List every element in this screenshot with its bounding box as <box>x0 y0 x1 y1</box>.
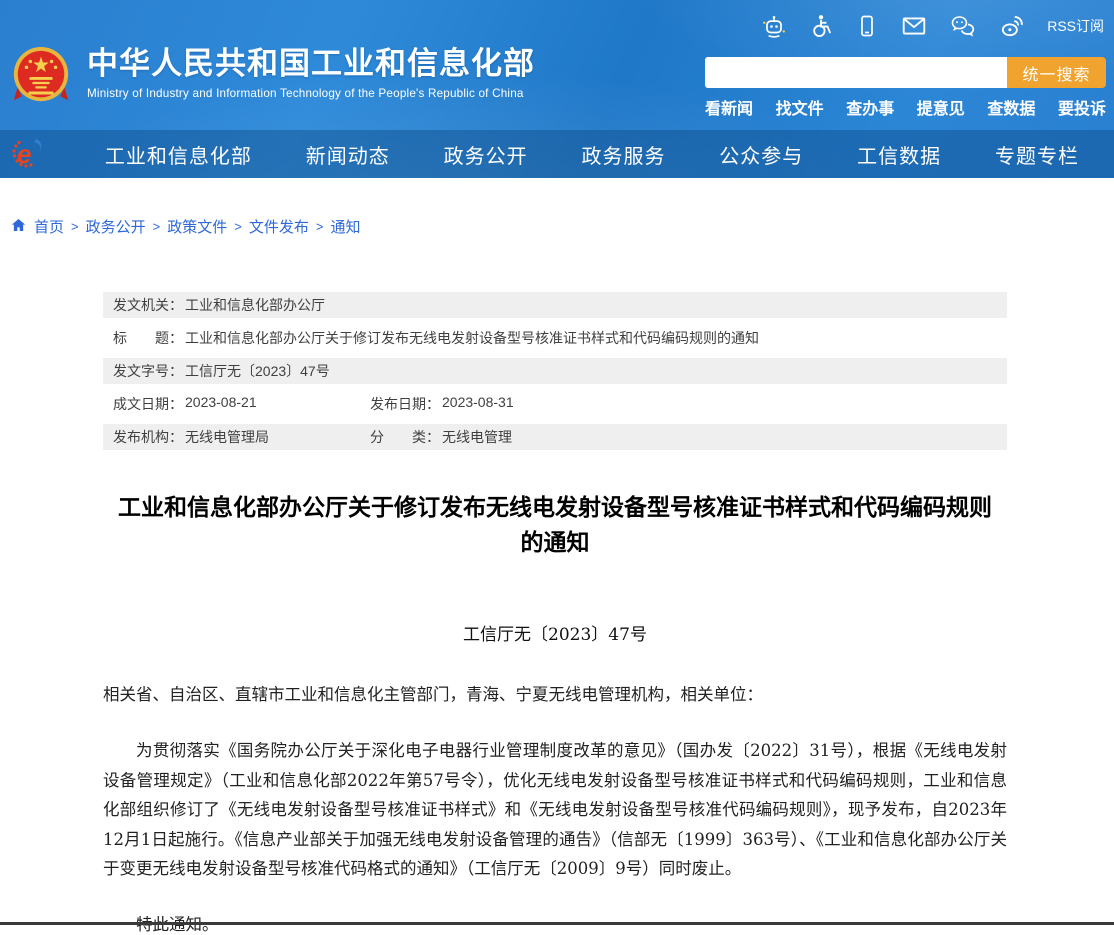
nav-list: 工业和信息化部 新闻动态 政务公开 政务服务 公众参与 工信数据 专题专栏 <box>78 140 1106 169</box>
nav-item-news[interactable]: 新闻动态 <box>306 140 390 169</box>
meta-row-doc-number: 发文字号： 工信厅无〔2023〕47号 <box>103 358 1007 384</box>
window-bottom-edge <box>0 922 1114 925</box>
meta-row-title: 标 题： 工业和信息化部办公厅关于修订发布无线电发射设备型号核准证书样式和代码编… <box>103 325 1007 351</box>
search-input[interactable] <box>705 57 1007 88</box>
nav-item-gov-services[interactable]: 政务服务 <box>581 140 665 169</box>
breadcrumb-separator: > <box>234 219 242 234</box>
quick-link-news[interactable]: 看新闻 <box>705 95 753 119</box>
utility-bar: RSS订阅 <box>761 13 1104 39</box>
meta-label: 标 题： <box>113 330 183 346</box>
quick-links: 看新闻 找文件 查办事 提意见 查数据 要投诉 <box>705 95 1106 119</box>
meta-cell: 发文机关： 工业和信息化部办公厅 <box>113 295 325 315</box>
site-brand: 中华人民共和国工业和信息化部 Ministry of Industry and … <box>10 44 535 115</box>
site-title-en: Ministry of Industry and Information Tec… <box>87 87 524 100</box>
site-title-cn: 中华人民共和国工业和信息化部 <box>87 46 535 81</box>
meta-value: 工信厅无〔2023〕47号 <box>185 363 330 379</box>
site-title-block: 中华人民共和国工业和信息化部 Ministry of Industry and … <box>87 44 535 100</box>
meta-value: 无线电管理局 <box>185 429 269 445</box>
ai-assistant-icon[interactable] <box>761 13 787 39</box>
breadcrumb-notice[interactable]: 通知 <box>330 216 360 237</box>
quick-link-data[interactable]: 查数据 <box>987 95 1035 119</box>
article-title: 工业和信息化部办公厅关于修订发布无线电发射设备型号核准证书样式和代码编码规则的通… <box>118 494 992 555</box>
meta-cell: 分 类： 无线电管理 <box>370 427 512 447</box>
meta-value: 工业和信息化部办公厅 <box>185 297 325 313</box>
meta-row-publisher: 发布机构： 无线电管理局 分 类： 无线电管理 <box>103 424 1007 450</box>
gov-e-logo-icon: e <box>10 134 48 174</box>
mobile-icon[interactable] <box>855 13 879 39</box>
mail-icon[interactable] <box>900 13 928 39</box>
breadcrumb-home[interactable]: 首页 <box>34 216 64 237</box>
article-salutation: 相关省、自治区、直辖市工业和信息化主管部门，青海、宁夏无线电管理机构，相关单位： <box>103 685 763 704</box>
breadcrumb: 首页 > 政务公开 > 政策文件 > 文件发布 > 通知 <box>10 216 360 237</box>
meta-label: 发文机关： <box>113 297 183 313</box>
quick-link-complaint[interactable]: 要投诉 <box>1058 95 1106 119</box>
quick-link-feedback[interactable]: 提意见 <box>917 95 965 119</box>
nav-item-special-topics[interactable]: 专题专栏 <box>995 140 1079 169</box>
svg-text:e: e <box>17 139 31 169</box>
meta-label: 成文日期： <box>113 396 183 412</box>
meta-label: 发布日期： <box>370 396 440 412</box>
site-header: RSS订阅 中华人民共和国工业和信息化部 Ministry of Industr… <box>0 0 1114 178</box>
search-button[interactable]: 统一搜索 <box>1007 57 1106 88</box>
nav-item-miit-data[interactable]: 工信数据 <box>857 140 941 169</box>
nav-item-participation[interactable]: 公众参与 <box>719 140 803 169</box>
wechat-icon[interactable] <box>949 13 977 39</box>
meta-cell: 发文字号： 工信厅无〔2023〕47号 <box>113 361 330 381</box>
meta-value: 无线电管理 <box>442 429 512 445</box>
nav-item-gov-open[interactable]: 政务公开 <box>444 140 528 169</box>
article-doc-number: 工信厅无〔2023〕47号 <box>463 625 647 645</box>
meta-label: 发文字号： <box>113 363 183 379</box>
quick-link-files[interactable]: 找文件 <box>776 95 824 119</box>
meta-value: 2023-08-21 <box>185 394 257 410</box>
accessibility-icon[interactable] <box>808 13 834 39</box>
breadcrumb-gov-open[interactable]: 政务公开 <box>86 216 146 237</box>
meta-cell: 标 题： 工业和信息化部办公厅关于修订发布无线电发射设备型号核准证书样式和代码编… <box>113 328 759 348</box>
meta-cell: 发布机构： 无线电管理局 <box>113 427 370 447</box>
main-nav: e 工业和信息化部 新闻动态 政务公开 政务服务 公众参与 工信数据 专题专栏 <box>0 130 1114 178</box>
breadcrumb-separator: > <box>315 219 324 234</box>
rss-subscribe-link[interactable]: RSS订阅 <box>1047 16 1104 36</box>
search-bar: 统一搜索 <box>705 57 1106 88</box>
breadcrumb-file-release[interactable]: 文件发布 <box>249 216 309 237</box>
meta-row-dates: 成文日期： 2023-08-21 发布日期： 2023-08-31 <box>103 391 1007 417</box>
document-area: 发文机关： 工业和信息化部办公厅 标 题： 工业和信息化部办公厅关于修订发布无线… <box>103 292 1007 935</box>
meta-cell: 成文日期： 2023-08-21 <box>113 394 370 414</box>
meta-value: 工业和信息化部办公厅关于修订发布无线电发射设备型号核准证书样式和代码编码规则的通… <box>185 330 759 346</box>
meta-row-issuing-office: 发文机关： 工业和信息化部办公厅 <box>103 292 1007 318</box>
meta-label: 发布机构： <box>113 429 183 445</box>
meta-cell: 发布日期： 2023-08-31 <box>370 394 514 414</box>
home-icon[interactable] <box>10 217 27 237</box>
breadcrumb-policy-files[interactable]: 政策文件 <box>167 216 227 237</box>
meta-value: 2023-08-31 <box>442 394 514 410</box>
meta-label: 分 类： <box>370 429 440 445</box>
nav-item-home[interactable]: 工业和信息化部 <box>105 140 252 169</box>
breadcrumb-separator: > <box>152 219 161 234</box>
national-emblem-logo <box>10 44 72 115</box>
article-paragraph: 为贯彻落实《国务院办公厅关于深化电子电器行业管理制度改革的意见》（国办发〔202… <box>103 741 1007 878</box>
breadcrumb-separator: > <box>71 219 79 234</box>
quick-link-services[interactable]: 查办事 <box>846 95 894 119</box>
weibo-icon[interactable] <box>998 13 1026 39</box>
